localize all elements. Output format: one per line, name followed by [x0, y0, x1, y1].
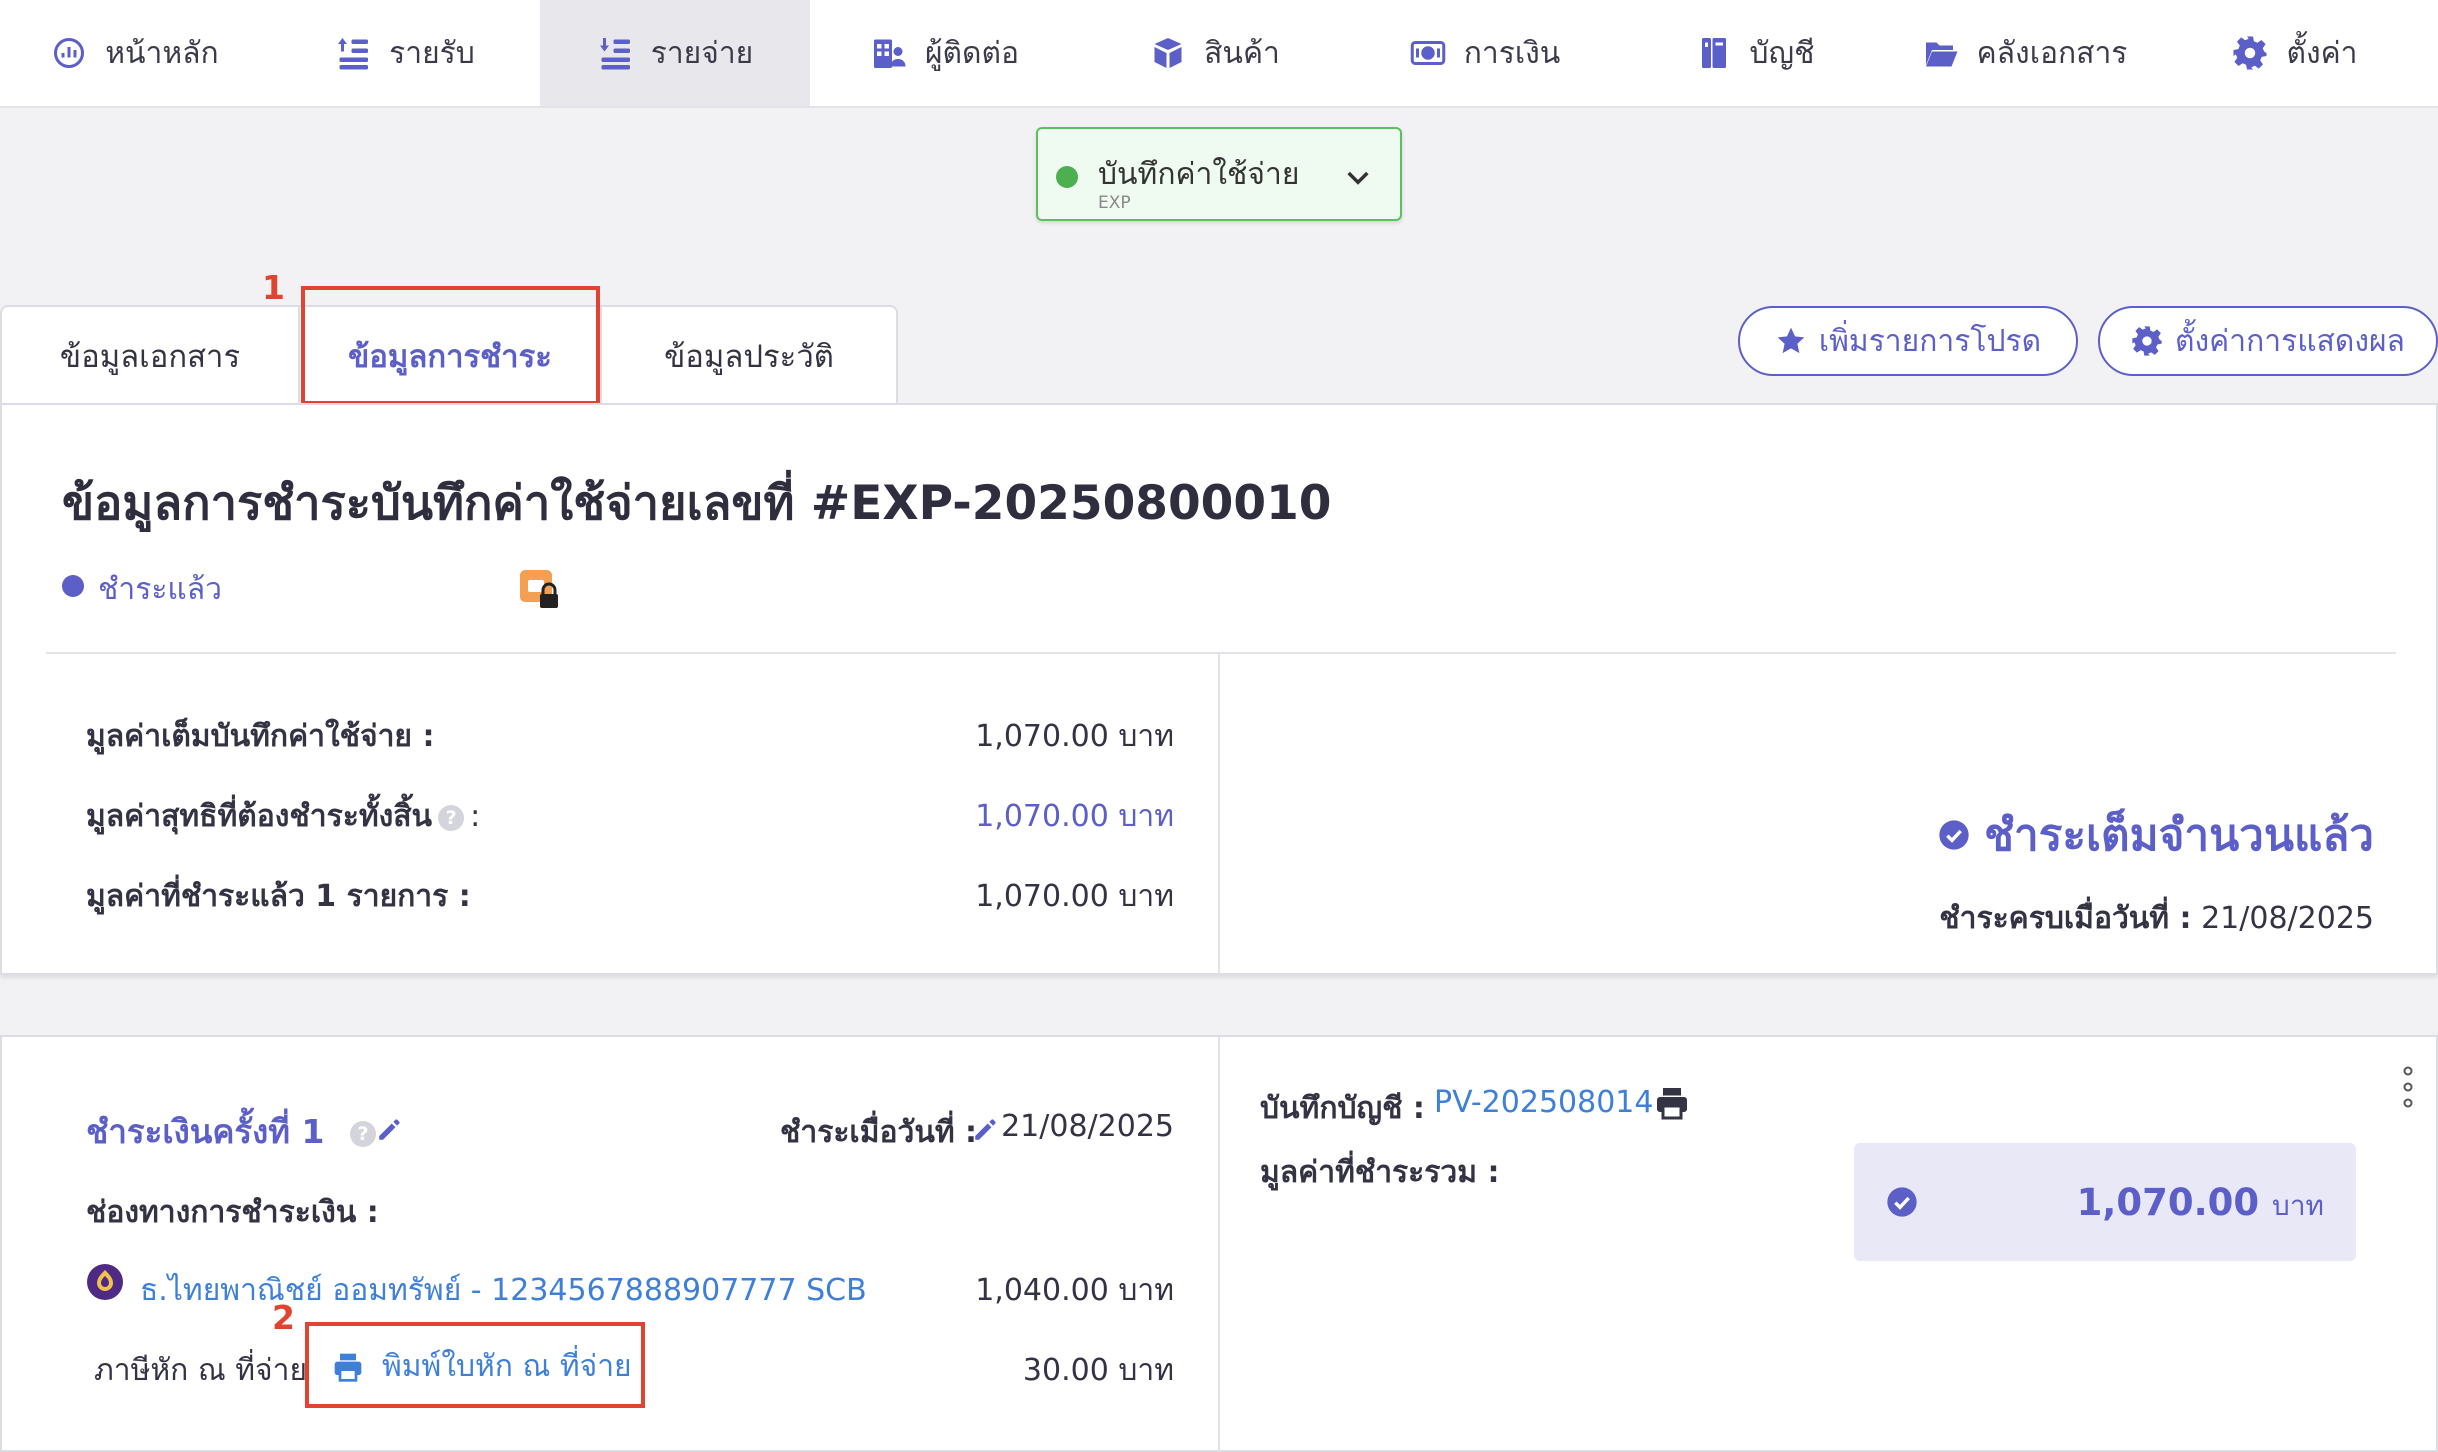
chevron-down-icon — [1347, 171, 1369, 185]
bank-amount: 1,040.00 บาท — [975, 1273, 1174, 1308]
step-number-1: 1 — [262, 268, 285, 307]
nav-label: คลังเอกสาร — [1976, 35, 2128, 71]
tab-payment-info[interactable]: ข้อมูลการชำระ — [300, 305, 600, 405]
nav-label: หน้าหลัก — [105, 35, 219, 71]
net-payable-label: มูลค่าสุทธิที่ต้องชำระทั้งสิ้น?: — [86, 793, 480, 840]
gear-icon — [2132, 326, 2162, 356]
divider — [46, 652, 2396, 654]
divider — [1218, 1037, 1220, 1452]
scb-bank-logo-icon — [87, 1264, 123, 1300]
edit-pencil-icon[interactable] — [972, 1117, 998, 1143]
payment-title-text: ชำระเงินครั้งที่ 1 — [86, 1112, 325, 1151]
nav-item-home[interactable]: หน้าหลัก — [0, 0, 270, 106]
ledger-book-icon — [1701, 38, 1726, 68]
nav-label: บัญชี — [1749, 35, 1815, 71]
document-type-title: บันทึกค่าใช้จ่าย — [1098, 157, 1300, 192]
nav-label: ตั้งค่า — [2286, 35, 2358, 71]
help-icon[interactable]: ? — [438, 804, 465, 831]
check-circle-icon — [1887, 1187, 1917, 1217]
payment-summary-card: ข้อมูลการชำระบันทึกค่าใช้จ่ายเลขที่ #EXP… — [0, 403, 2438, 975]
nav-item-contacts[interactable]: ผู้ติดต่อ — [810, 0, 1080, 106]
document-type-code: EXP — [1098, 193, 1131, 213]
total-paid-value: 1,070.00 — [2076, 1181, 2260, 1224]
net-payable-value: 1,070.00 บาท — [975, 799, 1174, 834]
paid-in-full-status: ชำระเต็มจำนวนแล้ว — [1938, 800, 2374, 870]
top-nav: หน้าหลัก รายรับ รายจ่าย ผู้ติดต่อ สินค้า… — [0, 0, 2438, 108]
print-withholding-tax-label: พิมพ์ใบหัก ณ ที่จ่าย — [382, 1349, 632, 1384]
paid-complete-date-label: ชำระครบเมื่อวันที่ : — [1939, 901, 2192, 936]
tab-history[interactable]: ข้อมูลประวัติ — [600, 305, 898, 405]
nav-item-expense[interactable]: รายจ่าย — [540, 0, 810, 106]
document-type-selector[interactable]: บันทึกค่าใช้จ่าย EXP — [1036, 127, 1402, 221]
ledger-reference-link[interactable]: PV-202508014 — [1434, 1085, 1653, 1120]
nav-label: รายรับ — [389, 35, 475, 71]
money-icon — [1410, 41, 1445, 65]
nav-item-accounting[interactable]: บัญชี — [1620, 0, 1890, 106]
payment-date-value: 21/08/2025 — [1001, 1109, 1174, 1144]
full-value-label: มูลค่าเต็มบันทึกค่าใช้จ่าย : — [86, 719, 435, 754]
total-paid-amount: 1,070.00 บาท — [2077, 1181, 2324, 1228]
total-paid-unit: บาท — [2272, 1189, 2324, 1222]
display-settings-label: ตั้งค่าการแสดงผล — [2175, 323, 2405, 359]
total-paid-label: มูลค่าที่ชำระรวม : — [1260, 1155, 1500, 1190]
nav-label: การเงิน — [1463, 35, 1561, 71]
net-payable-text: มูลค่าสุทธิที่ต้องชำระทั้งสิ้น — [86, 799, 433, 834]
status-badge: ชำระแล้ว — [98, 572, 222, 607]
withholding-tax-amount: 30.00 บาท — [1022, 1353, 1174, 1388]
nav-label: รายจ่าย — [650, 35, 754, 71]
step-number-2: 2 — [272, 1298, 295, 1337]
divider — [1218, 654, 1220, 975]
payment-date-label: ชำระเมื่อวันที่ : — [780, 1115, 978, 1150]
paid-complete-date-value: 21/08/2025 — [2201, 901, 2374, 936]
expense-icon — [599, 38, 630, 70]
print-withholding-tax-button[interactable]: พิมพ์ใบหัก ณ ที่จ่าย — [332, 1343, 632, 1390]
check-circle-icon — [1939, 820, 1969, 850]
printer-icon[interactable] — [1654, 1085, 1690, 1121]
total-paid-box: 1,070.00 บาท — [1854, 1143, 2356, 1261]
status-dot — [1056, 166, 1078, 188]
income-icon — [338, 38, 369, 70]
bank-account-link[interactable]: ธ.ไทยพาณิชย์ ออมทรัพย์ - 123456788890777… — [140, 1267, 867, 1314]
display-settings-button[interactable]: ตั้งค่าการแสดงผล — [2098, 306, 2438, 376]
full-value: 1,070.00 บาท — [975, 719, 1174, 754]
paid-value-label: มูลค่าที่ชำระแล้ว 1 รายการ : — [86, 879, 471, 914]
add-favorite-button[interactable]: เพิ่มรายการโปรด — [1738, 306, 2078, 376]
paid-in-full-text: ชำระเต็มจำนวนแล้ว — [1984, 810, 2374, 861]
nav-label: สินค้า — [1204, 35, 1280, 71]
nav-item-products[interactable]: สินค้า — [1080, 0, 1350, 106]
nav-item-finance[interactable]: การเงิน — [1350, 0, 1620, 106]
payment-title: ชำระเงินครั้งที่ 1 ? — [86, 1105, 382, 1158]
gear-icon — [2233, 36, 2267, 70]
paid-status-dot — [62, 575, 84, 597]
dashboard-icon — [54, 38, 85, 68]
paid-complete-date: ชำระครบเมื่อวันที่ : 21/08/2025 — [1939, 895, 2374, 942]
product-box-icon — [1154, 38, 1182, 68]
withholding-tax-label: ภาษีหัก ณ ที่จ่าย — [94, 1353, 308, 1388]
page-title: ข้อมูลการชำระบันทึกค่าใช้จ่ายเลขที่ #EXP… — [62, 476, 1332, 531]
folder-icon — [1925, 42, 1958, 67]
nav-item-income[interactable]: รายรับ — [270, 0, 540, 106]
help-icon[interactable]: ? — [349, 1120, 376, 1147]
add-favorite-label: เพิ่มรายการโปรด — [1818, 323, 2042, 359]
net-payable-colon: : — [470, 799, 481, 834]
payment-channel-label: ช่องทางการชำระเงิน : — [86, 1195, 379, 1230]
printer-icon — [334, 1353, 362, 1382]
edit-pencil-icon[interactable] — [376, 1117, 402, 1143]
paid-value: 1,070.00 บาท — [975, 879, 1174, 914]
more-options-icon[interactable] — [2400, 1065, 2416, 1109]
nav-item-documents[interactable]: คลังเอกสาร — [1890, 0, 2160, 106]
locked-document-icon[interactable] — [520, 570, 562, 612]
nav-item-settings[interactable]: ตั้งค่า — [2160, 0, 2430, 106]
nav-label: ผู้ติดต่อ — [924, 35, 1020, 71]
star-icon — [1777, 327, 1805, 354]
ledger-label: บันทึกบัญชี : — [1260, 1091, 1425, 1126]
tab-document-info[interactable]: ข้อมูลเอกสาร — [0, 305, 300, 405]
contacts-icon — [873, 39, 906, 68]
tab-bar: ข้อมูลเอกสาร ข้อมูลการชำระ ข้อมูลประวัติ — [0, 305, 898, 405]
payment-detail-card: ชำระเงินครั้งที่ 1 ? ชำระเมื่อวันที่ : 2… — [0, 1035, 2438, 1452]
